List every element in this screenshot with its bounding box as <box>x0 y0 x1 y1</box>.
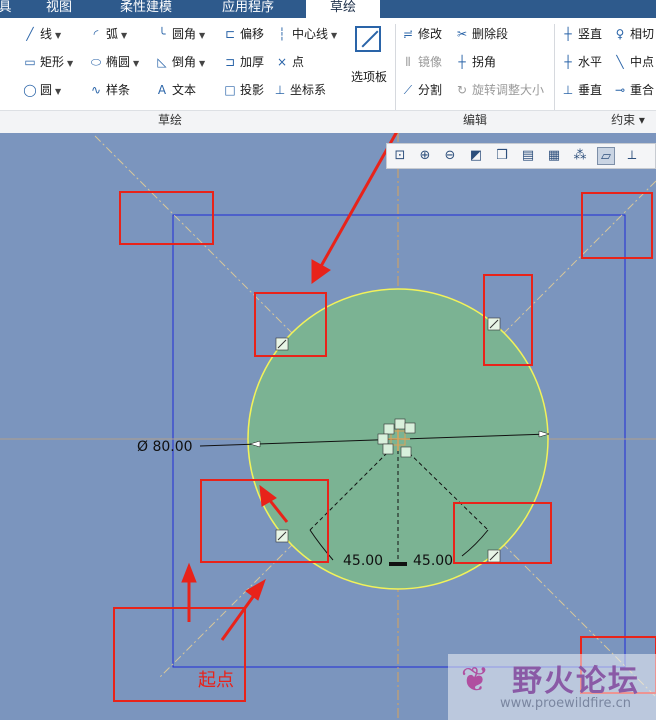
tab-sketch[interactable]: 草绘 <box>306 0 380 18</box>
mirror-icon: ⫴ <box>405 55 411 69</box>
tab-applications[interactable]: 应用程序 <box>202 0 294 18</box>
group-label-edit: 编辑 <box>462 113 487 127</box>
arc-icon: ◜ <box>93 27 99 41</box>
divide-point-marker-bl[interactable] <box>275 529 289 543</box>
project-tool[interactable]: □ 投影 <box>222 80 264 100</box>
divide-point-marker-tl[interactable] <box>275 337 289 351</box>
spline-icon: ∿ <box>90 83 102 97</box>
offset-icon: ⊏ <box>224 27 236 41</box>
midpoint-constraint[interactable]: ╲ 中点 <box>612 52 654 72</box>
tab-tools[interactable]: 具 <box>0 0 16 18</box>
corner-icon: ┼ <box>458 55 466 69</box>
point-tool[interactable]: × 点 <box>274 52 304 72</box>
vertical-constraint[interactable]: ┼ 竖直 <box>560 24 602 44</box>
rectangle-icon: ▭ <box>24 55 36 69</box>
thicken-tool[interactable]: ⊐ 加厚 <box>222 52 264 72</box>
horizontal-icon: ┼ <box>564 55 572 69</box>
delete-segment-icon: ✂ <box>456 27 468 41</box>
delete-segment-tool[interactable]: ✂ 删除段 <box>454 24 508 44</box>
rotate-resize-tool[interactable]: ↻ 旋转调整大小 <box>454 80 544 100</box>
view-manager-icon[interactable]: ▦ <box>545 147 563 165</box>
vertical-icon: ┼ <box>564 27 572 41</box>
point-icon: × <box>276 55 288 69</box>
horizontal-constraint[interactable]: ┼ 水平 <box>560 52 602 72</box>
zoom-in-icon[interactable]: ⊕ <box>416 147 434 165</box>
ellipse-tool[interactable]: ⬭ 椭圆 ▼ <box>88 52 139 72</box>
circle-icon: ◯ <box>23 83 37 97</box>
palette-button[interactable]: 选项板 <box>346 22 392 92</box>
fillet-icon: ╰ <box>158 27 166 41</box>
chamfer-icon: ◺ <box>157 55 167 69</box>
zoom-out-icon[interactable]: ⊖ <box>441 147 459 165</box>
line-icon: ╱ <box>26 27 34 41</box>
perpendicular-icon: ⊥ <box>562 83 574 97</box>
coincident-icon: ⊸ <box>614 83 626 97</box>
tab-flexible-modeling[interactable]: 柔性建模 <box>100 0 192 18</box>
divide-tool[interactable]: ⟋ 分割 <box>400 80 442 100</box>
ellipse-icon: ⬭ <box>90 55 102 69</box>
modify-tool[interactable]: ≓ 修改 <box>400 24 442 44</box>
tab-view[interactable]: 视图 <box>30 0 88 18</box>
tangent-constraint[interactable]: ♀ 相切 <box>612 24 654 44</box>
sketch-view-icon[interactable]: ▱ <box>597 147 615 165</box>
thicken-icon: ⊐ <box>224 55 236 69</box>
chamfer-tool[interactable]: ◺ 倒角 ▼ <box>154 52 205 72</box>
arc-tool[interactable]: ◜ 弧 ▼ <box>88 24 128 44</box>
graphics-toolbar: ⊡ ⊕ ⊖ ◩ ❒ ▤ ▦ ⁂ ▱ ⟂ <box>386 143 656 169</box>
coordsys-tool[interactable]: ⊥ 坐标系 <box>272 80 326 100</box>
repaint-icon[interactable]: ◩ <box>467 147 485 165</box>
modify-icon: ≓ <box>402 27 414 41</box>
diameter-dimension[interactable]: Ø 80.00 <box>137 439 193 455</box>
watermark-logo-icon: ❦ <box>460 660 490 700</box>
watermark-url: www.proewildfire.cn <box>500 696 631 711</box>
sketcher-display-icon[interactable]: ⟂ <box>623 147 641 165</box>
ribbon-group-bar <box>0 110 656 133</box>
fillet-tool[interactable]: ╰ 圆角 ▼ <box>154 24 205 44</box>
angle-mid-marker <box>389 562 407 566</box>
start-point-annotation: 起点 <box>198 670 234 691</box>
rectangle-tool[interactable]: ▭ 矩形 ▼ <box>22 52 73 72</box>
display-style-icon[interactable]: ❒ <box>493 147 511 165</box>
divide-icon: ⟋ <box>403 83 413 97</box>
centerline-icon: ┆ <box>278 27 286 41</box>
refit-icon[interactable]: ⊡ <box>391 147 409 165</box>
angle-dimension-left[interactable]: 45.00 <box>343 553 383 569</box>
offset-tool[interactable]: ⊏ 偏移 <box>222 24 264 44</box>
spline-tool[interactable]: ∿ 样条 <box>88 80 130 100</box>
project-icon: □ <box>224 83 236 97</box>
palette-icon <box>355 26 381 52</box>
coincident-constraint[interactable]: ⊸ 重合 <box>612 80 654 100</box>
centerline-tool[interactable]: ┆ 中心线 ▼ <box>274 24 337 44</box>
mirror-tool[interactable]: ⫴ 镜像 <box>400 52 442 72</box>
coordsys-icon: ⊥ <box>274 83 286 97</box>
watermark-name: 野火论坛 <box>512 664 640 699</box>
group-label-constrain[interactable]: 约束 ▾ <box>600 111 656 129</box>
datum-display-icon[interactable]: ⁂ <box>571 147 589 165</box>
group-label-sketch: 草绘 <box>157 113 182 127</box>
circle-tool[interactable]: ◯ 圆 ▼ <box>22 80 61 100</box>
divide-point-marker-tr[interactable] <box>487 317 501 331</box>
line-tool[interactable]: ╱ 线 ▼ <box>22 24 61 44</box>
corner-tool[interactable]: ┼ 拐角 <box>454 52 496 72</box>
saved-views-icon[interactable]: ▤ <box>519 147 537 165</box>
angle-dimension-right[interactable]: 45.00 <box>413 553 453 569</box>
perpendicular-constraint[interactable]: ⊥ 垂直 <box>560 80 602 100</box>
text-tool[interactable]: A 文本 <box>154 80 196 100</box>
tangent-icon: ♀ <box>615 27 625 41</box>
ribbon-tabs: 具 视图 柔性建模 应用程序 草绘 <box>0 0 656 18</box>
text-icon: A <box>157 83 167 97</box>
divide-point-marker-br[interactable] <box>487 549 501 563</box>
palette-label: 选项板 <box>350 70 387 84</box>
rotate-resize-icon: ↻ <box>456 83 468 97</box>
midpoint-icon: ╲ <box>616 55 624 69</box>
